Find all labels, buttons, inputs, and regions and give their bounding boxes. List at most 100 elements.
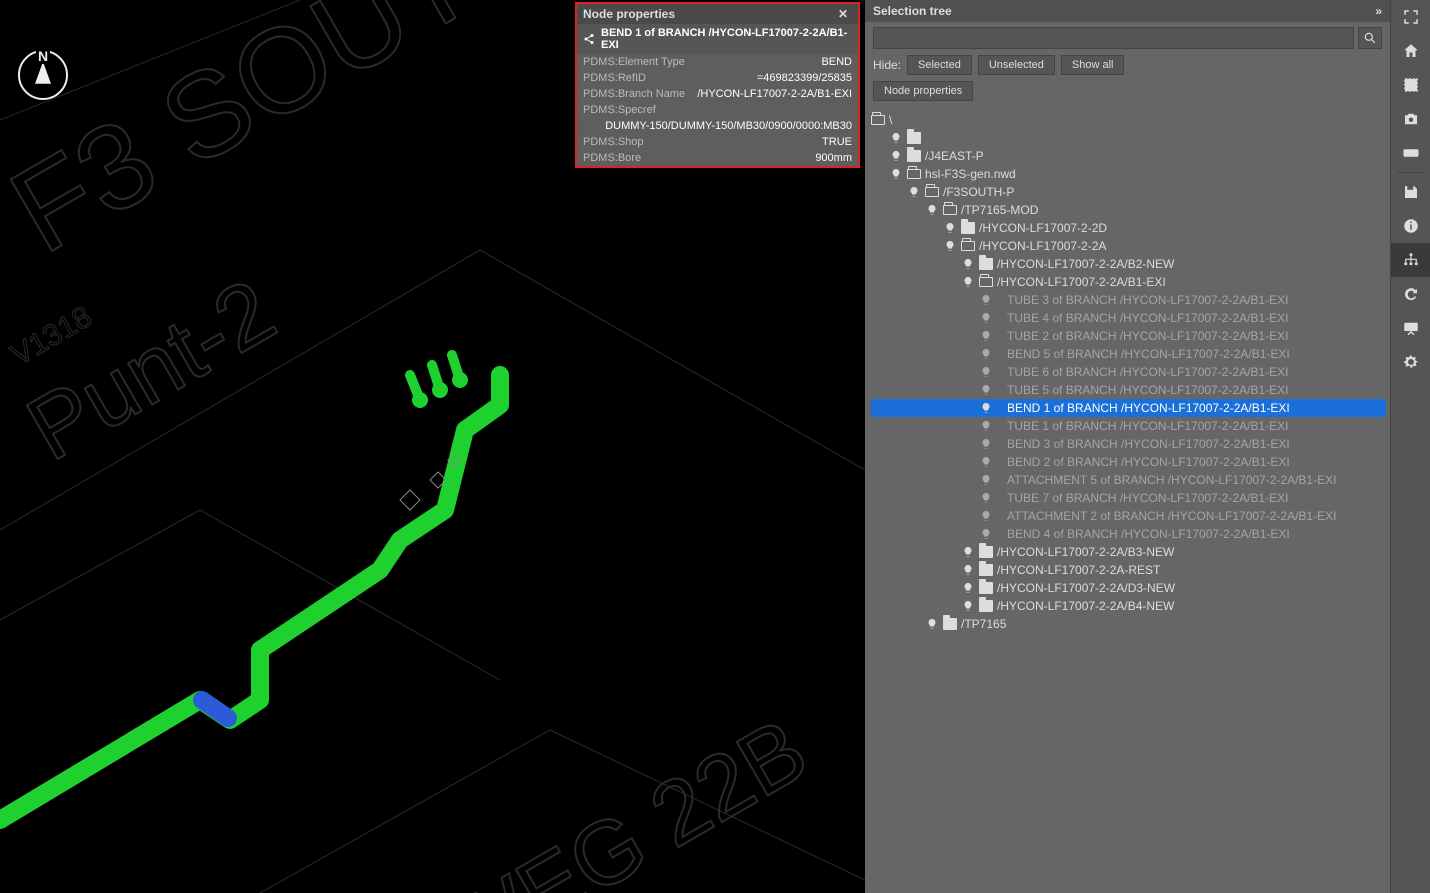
tree-row[interactable]: TUBE 5 of BRANCH /HYCON-LF17007-2-2A/B1-… [871,381,1386,399]
bulb-icon[interactable] [889,149,903,163]
search-button[interactable] [1358,27,1382,49]
settings-icon[interactable] [1391,345,1430,379]
info-icon[interactable] [1391,209,1430,243]
collapse-icon[interactable]: » [1375,4,1382,18]
bulb-icon[interactable] [979,311,993,325]
bulb-icon[interactable] [979,491,993,505]
tree-label[interactable]: ATTACHMENT 2 of BRANCH /HYCON-LF17007-2-… [1007,509,1336,523]
camera-icon[interactable] [1391,102,1430,136]
hide-selected-button[interactable]: Selected [907,55,972,75]
section-icon[interactable] [1391,68,1430,102]
bulb-icon[interactable] [979,347,993,361]
tree-label[interactable]: /HYCON-LF17007-2-2A/B2-NEW [997,257,1174,271]
tree-label[interactable]: /HYCON-LF17007-2-2A/B1-EXI [997,275,1166,289]
tree-label[interactable]: TUBE 6 of BRANCH /HYCON-LF17007-2-2A/B1-… [1007,365,1288,379]
bulb-icon[interactable] [979,365,993,379]
tree-row[interactable]: /F3SOUTH-P [871,183,1386,201]
refresh-icon[interactable] [1391,277,1430,311]
tree-row[interactable]: /HYCON-LF17007-2-2A/B4-NEW [871,597,1386,615]
tree-row[interactable]: /HYCON-LF17007-2-2D [871,219,1386,237]
bulb-icon[interactable] [979,437,993,451]
node-properties-button[interactable]: Node properties [873,81,973,101]
bulb-icon[interactable] [925,203,939,217]
tree-row[interactable] [871,129,1386,147]
share-icon[interactable] [583,33,595,45]
tree-row[interactable]: /TP7165 [871,615,1386,633]
tree-row[interactable]: hsl-F3S-gen.nwd [871,165,1386,183]
tree-label[interactable]: BEND 1 of BRANCH /HYCON-LF17007-2-2A/B1-… [1007,401,1290,415]
tree-label[interactable]: TUBE 2 of BRANCH /HYCON-LF17007-2-2A/B1-… [1007,329,1288,343]
tree-row[interactable]: TUBE 1 of BRANCH /HYCON-LF17007-2-2A/B1-… [871,417,1386,435]
tree-label[interactable]: /TP7165 [961,617,1006,631]
tree-row[interactable]: /HYCON-LF17007-2-2A/B2-NEW [871,255,1386,273]
tree-label[interactable]: hsl-F3S-gen.nwd [925,167,1016,181]
bulb-icon[interactable] [979,473,993,487]
tree-label[interactable]: /HYCON-LF17007-2-2A/B3-NEW [997,545,1174,559]
tree-label[interactable]: /F3SOUTH-P [943,185,1014,199]
tree-row[interactable]: ATTACHMENT 5 of BRANCH /HYCON-LF17007-2-… [871,471,1386,489]
tree-label[interactable]: /HYCON-LF17007-2-2A/B4-NEW [997,599,1174,613]
bulb-icon[interactable] [943,221,957,235]
tree-label[interactable]: BEND 3 of BRANCH /HYCON-LF17007-2-2A/B1-… [1007,437,1290,451]
tree-label[interactable]: /HYCON-LF17007-2-2A-REST [997,563,1160,577]
tree-label[interactable]: BEND 4 of BRANCH /HYCON-LF17007-2-2A/B1-… [1007,527,1290,541]
tree-row[interactable]: TUBE 3 of BRANCH /HYCON-LF17007-2-2A/B1-… [871,291,1386,309]
bulb-icon[interactable] [961,545,975,559]
tree-row[interactable]: TUBE 4 of BRANCH /HYCON-LF17007-2-2A/B1-… [871,309,1386,327]
saved-views-icon[interactable] [1391,175,1430,209]
tree-label[interactable]: TUBE 5 of BRANCH /HYCON-LF17007-2-2A/B1-… [1007,383,1288,397]
bulb-icon[interactable] [907,185,921,199]
bulb-icon[interactable] [979,293,993,307]
tree-row[interactable]: BEND 4 of BRANCH /HYCON-LF17007-2-2A/B1-… [871,525,1386,543]
tree-label[interactable]: /HYCON-LF17007-2-2A [979,239,1106,253]
bulb-icon[interactable] [925,617,939,631]
tree-label[interactable]: \ [889,113,892,127]
tree-label[interactable]: TUBE 3 of BRANCH /HYCON-LF17007-2-2A/B1-… [1007,293,1288,307]
tree-label[interactable]: TUBE 4 of BRANCH /HYCON-LF17007-2-2A/B1-… [1007,311,1288,325]
tree-row[interactable]: /J4EAST-P [871,147,1386,165]
bulb-icon[interactable] [979,401,993,415]
bulb-icon[interactable] [961,275,975,289]
tree-row[interactable]: TUBE 6 of BRANCH /HYCON-LF17007-2-2A/B1-… [871,363,1386,381]
bulb-icon[interactable] [943,239,957,253]
tree-label[interactable]: /J4EAST-P [925,149,984,163]
tree-row[interactable]: TUBE 7 of BRANCH /HYCON-LF17007-2-2A/B1-… [871,489,1386,507]
tree-row[interactable]: ATTACHMENT 2 of BRANCH /HYCON-LF17007-2-… [871,507,1386,525]
bulb-icon[interactable] [889,131,903,145]
tree-label[interactable]: ATTACHMENT 5 of BRANCH /HYCON-LF17007-2-… [1007,473,1336,487]
tree-label[interactable]: BEND 2 of BRANCH /HYCON-LF17007-2-2A/B1-… [1007,455,1290,469]
tree-row[interactable]: /TP7165-MOD [871,201,1386,219]
bulb-icon[interactable] [979,527,993,541]
tree-row[interactable]: TUBE 2 of BRANCH /HYCON-LF17007-2-2A/B1-… [871,327,1386,345]
present-icon[interactable] [1391,311,1430,345]
tree-row[interactable]: \ [871,111,1386,129]
home-icon[interactable] [1391,34,1430,68]
label-icon[interactable]: AB [1391,136,1430,170]
search-input[interactable] [873,27,1354,49]
tree-row[interactable]: /HYCON-LF17007-2-2A/B1-EXI [871,273,1386,291]
bulb-icon[interactable] [961,581,975,595]
hide-unselected-button[interactable]: Unselected [978,55,1055,75]
bulb-icon[interactable] [961,599,975,613]
bulb-icon[interactable] [979,419,993,433]
tree-label[interactable]: BEND 5 of BRANCH /HYCON-LF17007-2-2A/B1-… [1007,347,1290,361]
selection-tree[interactable]: \ /J4EAST-P hsl-F3S-gen.nwd/F3SOUTH-P/TP71… [865,109,1390,893]
tree-row-selected[interactable]: BEND 1 of BRANCH /HYCON-LF17007-2-2A/B1-… [871,399,1386,417]
tree-label[interactable]: /HYCON-LF17007-2-2A/D3-NEW [997,581,1175,595]
bulb-icon[interactable] [961,257,975,271]
tree-row[interactable]: BEND 5 of BRANCH /HYCON-LF17007-2-2A/B1-… [871,345,1386,363]
tree-row[interactable]: BEND 2 of BRANCH /HYCON-LF17007-2-2A/B1-… [871,453,1386,471]
bulb-icon[interactable] [979,455,993,469]
tree-row[interactable]: /HYCON-LF17007-2-2A-REST [871,561,1386,579]
tree-row[interactable]: /HYCON-LF17007-2-2A [871,237,1386,255]
bulb-icon[interactable] [961,563,975,577]
fullscreen-icon[interactable] [1391,0,1430,34]
bulb-icon[interactable] [979,383,993,397]
tree-label[interactable]: /HYCON-LF17007-2-2D [979,221,1107,235]
showall-button[interactable]: Show all [1061,55,1125,75]
tree-row[interactable]: /HYCON-LF17007-2-2A/B3-NEW [871,543,1386,561]
bulb-icon[interactable] [979,329,993,343]
hierarchy-icon[interactable] [1391,243,1430,277]
tree-label[interactable]: TUBE 7 of BRANCH /HYCON-LF17007-2-2A/B1-… [1007,491,1288,505]
compass[interactable]: N [18,50,68,100]
